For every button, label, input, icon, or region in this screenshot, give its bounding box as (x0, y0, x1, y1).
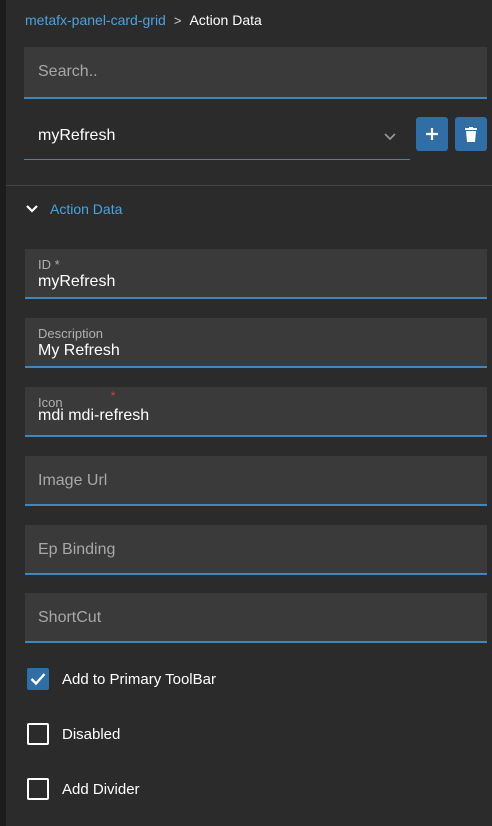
plus-icon (426, 128, 438, 140)
icon-field[interactable]: Icon * mdi mdi-refresh (25, 387, 487, 437)
shortcut-placeholder: ShortCut (38, 609, 102, 626)
required-marker: * (110, 389, 116, 403)
description-field[interactable]: Description My Refresh (25, 318, 487, 368)
add-action-button[interactable] (416, 117, 448, 151)
delete-action-button[interactable] (455, 117, 487, 151)
checkbox-disabled[interactable]: Disabled (27, 723, 120, 745)
checkbox-box-checked[interactable] (27, 668, 49, 690)
check-icon (30, 673, 46, 686)
action-data-panel: metafx-panel-card-grid > Action Data myR… (6, 0, 492, 826)
trash-icon (465, 126, 477, 142)
ep-binding-field[interactable]: Ep Binding (25, 525, 487, 575)
ep-binding-placeholder: Ep Binding (38, 541, 116, 558)
checkbox-box[interactable] (27, 778, 49, 800)
id-label: ID * (38, 257, 60, 272)
image-url-placeholder: Image Url (38, 472, 108, 489)
section-title: Action Data (50, 201, 123, 217)
icon-value[interactable]: mdi mdi-refresh (38, 407, 474, 425)
shortcut-field[interactable]: ShortCut (25, 593, 487, 643)
chevron-down-icon[interactable] (384, 130, 396, 142)
search-field (24, 47, 487, 99)
checkbox-add-to-primary-toolbar[interactable]: Add to Primary ToolBar (27, 668, 216, 690)
description-label: Description (38, 326, 104, 341)
section-header-action-data[interactable]: Action Data (26, 201, 122, 217)
chevron-down-icon (26, 205, 38, 213)
action-selector-value: myRefresh (38, 126, 116, 144)
breadcrumb-current: Action Data (189, 12, 262, 28)
breadcrumb-parent-link[interactable]: metafx-panel-card-grid (25, 12, 166, 28)
breadcrumb-separator: > (173, 12, 182, 28)
image-url-field[interactable]: Image Url (25, 456, 487, 506)
search-input[interactable] (38, 63, 487, 81)
id-value[interactable]: myRefresh (38, 273, 474, 291)
section-divider (6, 185, 492, 186)
checkbox-label: Add Divider (62, 780, 140, 798)
breadcrumb: metafx-panel-card-grid > Action Data (25, 12, 262, 28)
checkbox-box[interactable] (27, 723, 49, 745)
action-selector[interactable]: myRefresh (24, 112, 410, 160)
checkbox-add-divider[interactable]: Add Divider (27, 778, 140, 800)
id-field[interactable]: ID * myRefresh (25, 249, 487, 299)
checkbox-label: Disabled (62, 725, 121, 743)
description-value[interactable]: My Refresh (38, 342, 474, 360)
checkbox-label: Add to Primary ToolBar (62, 670, 216, 688)
